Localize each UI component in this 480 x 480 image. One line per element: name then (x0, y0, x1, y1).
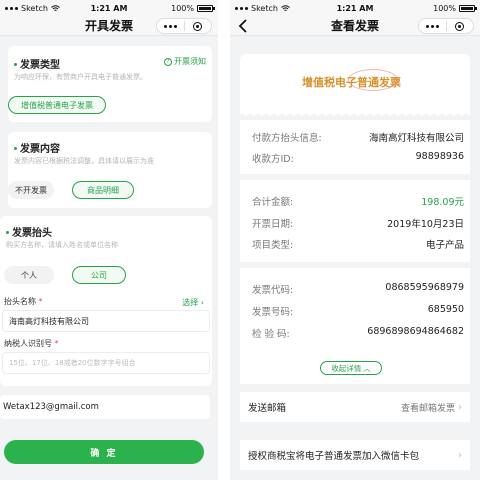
left-screen: Sketch 1:21 AM 100% 开具发票 发票类型 ? 开票须知 为响应… (0, 0, 218, 480)
notice-label: 开票须知 (174, 57, 206, 66)
more-icon[interactable] (419, 24, 446, 28)
invoice-type-title: 发票类型 (14, 56, 60, 71)
invoice-type-option[interactable]: 增值税普通电子发票 (8, 96, 106, 114)
send-email-row[interactable]: 发送邮箱 查看邮箱发票 › (240, 392, 470, 422)
invoice-notice-link[interactable]: ? 开票须知 (164, 56, 206, 67)
info-icon: ? (164, 57, 172, 66)
page-title: 开具发票 (84, 19, 133, 33)
payer-row: 付款方抬头信息: 海南高灯科技有限公司 (252, 133, 464, 144)
page-title: 查看发票 (330, 19, 379, 33)
invoice-type-subtitle: 为响应环保，有赞商户开具电子普通发票。 (14, 73, 147, 81)
add-to-wechat-label: 授权商税宝将电子普通发票加入微信卡包 (248, 451, 420, 462)
menu-capsule[interactable] (156, 18, 212, 34)
header-option-company[interactable]: 公司 (72, 266, 126, 284)
check-code-row: 检 验 码: 6896898694864682 (252, 326, 464, 340)
header-name-input[interactable]: 海南高灯科技有限公司 (2, 310, 210, 332)
battery-icon (459, 4, 477, 12)
invoice-header-subtitle: 购买方名称，请填入姓名或单位名称 (6, 241, 118, 249)
content-option-detail[interactable]: 商品明细 (72, 181, 134, 199)
confirm-button[interactable]: 确 定 (4, 440, 204, 464)
close-mini-icon[interactable] (447, 21, 474, 31)
invoice-header-title: 发票抬头 (6, 224, 52, 239)
select-header-link[interactable]: 选择 › (182, 297, 204, 308)
amount-section: 合计金额: 198.09元 开票日期: 2019年10月23日 项目类型: 电子产品 (240, 180, 470, 262)
invoice-type-card: 发票类型 ? 开票须知 为响应环保，有赞商户开具电子普通发票。 增值税普通电子发… (8, 46, 212, 122)
invoice-number-row: 发票号码: 685950 (252, 304, 464, 318)
status-time: 1:21 AM (90, 3, 128, 13)
total-row: 合计金额: 198.09元 (252, 197, 464, 208)
add-to-wechat-row[interactable]: 授权商税宝将电子普通发票加入微信卡包 › (240, 440, 470, 470)
tax-id-input[interactable]: 15位、17位、18或者20位数字字号组合 (2, 352, 210, 374)
menu-capsule[interactable] (418, 18, 474, 34)
invoice-header-card: 发票抬头 购买方名称，请填入姓名或单位名称 个人 公司 抬头名称 * 选择 › … (0, 216, 212, 386)
invoice-content-card: 发票内容 发票内容已根据税法调整，具体请以展示为准 不开发票 商品明细 (8, 132, 212, 208)
nav-bar: 查看发票 (230, 16, 480, 36)
send-email-label: 发送邮箱 (248, 403, 287, 414)
chevron-right-icon: › (458, 401, 462, 413)
status-bar: Sketch 1:21 AM 100% (0, 0, 218, 16)
invoice-code-row: 发票代码: 0868595968979 (252, 282, 464, 296)
battery-icon (197, 4, 215, 12)
view-email-invoice: 查看邮箱发票 (400, 403, 455, 414)
invoice-content-title: 发票内容 (14, 140, 60, 155)
scallop-edge (240, 111, 470, 117)
invoice-header-card: 增值税电子普通发票 (240, 54, 470, 117)
header-name-label: 抬头名称 * (4, 297, 43, 306)
nav-bar: 开具发票 (0, 16, 218, 36)
right-screen: Sketch 1:21 AM 100% 查看发票 增值税电子普通发票 付款方抬头… (230, 0, 480, 480)
chevron-right-icon: › (458, 449, 462, 461)
stamp-mark (348, 69, 398, 91)
more-icon[interactable] (157, 24, 184, 28)
category-row: 项目类型: 电子产品 (252, 240, 464, 251)
back-arrow-icon[interactable] (238, 19, 248, 33)
payer-section: 付款方抬头信息: 海南高灯科技有限公司 收款方ID: 98898936 (240, 120, 470, 174)
invoice-content-subtitle: 发票内容已根据税法调整，具体请以展示为准 (14, 157, 154, 165)
content-option-none[interactable]: 不开发票 (8, 181, 54, 199)
status-bar: Sketch 1:21 AM 100% (230, 0, 480, 16)
date-row: 开票日期: 2019年10月23日 (252, 219, 464, 230)
collapse-details-button[interactable]: 收起详情 ︿ (320, 361, 382, 375)
status-time: 1:21 AM (336, 3, 374, 13)
header-option-personal[interactable]: 个人 (4, 266, 54, 284)
payee-row: 收款方ID: 98898936 (252, 151, 464, 165)
tax-id-label: 纳税人识别号 * (4, 339, 59, 348)
email-input[interactable]: Wetax123@gmail.com (0, 395, 210, 419)
chevron-up-icon: ︿ (363, 363, 371, 373)
close-mini-icon[interactable] (185, 21, 212, 31)
